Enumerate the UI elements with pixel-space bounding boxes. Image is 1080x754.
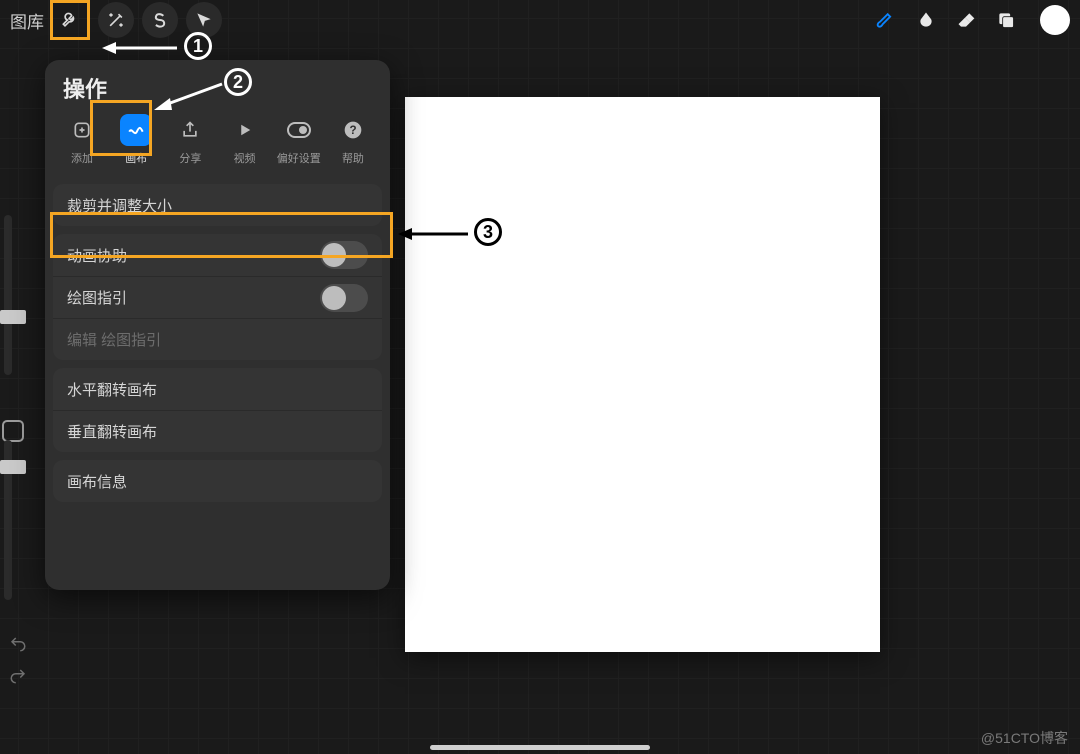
tab-label: 画布 xyxy=(125,150,147,166)
toggle-drawing-guide[interactable] xyxy=(320,284,368,312)
actions-tabs: 添加 画布 分享 视频 偏好设置 ? 帮助 xyxy=(45,112,390,176)
row-label: 编辑 绘图指引 xyxy=(67,329,161,350)
layers-button[interactable] xyxy=(986,0,1026,40)
row-crop-resize[interactable]: 裁剪并调整大小 xyxy=(53,184,382,226)
tab-video[interactable]: 视频 xyxy=(220,114,270,166)
row-edit-drawing-guide: 编辑 绘图指引 xyxy=(53,318,382,360)
row-canvas-info[interactable]: 画布信息 xyxy=(53,460,382,502)
row-label: 动画协助 xyxy=(67,245,127,266)
transform-arrow-button[interactable] xyxy=(186,2,222,38)
tab-share[interactable]: 分享 xyxy=(165,114,215,166)
brush-tool-button[interactable] xyxy=(866,0,906,40)
row-label: 画布信息 xyxy=(67,471,127,492)
tab-label: 视频 xyxy=(234,150,256,166)
brush-icon xyxy=(876,10,896,30)
actions-wrench-button[interactable] xyxy=(50,0,90,40)
row-flip-horizontal[interactable]: 水平翻转画布 xyxy=(53,368,382,410)
actions-popover: 操作 添加 画布 分享 视频 偏好设置 ? 帮助 裁剪并调整大小 xyxy=(45,60,390,590)
tab-help[interactable]: ? 帮助 xyxy=(328,114,378,166)
modify-button[interactable] xyxy=(2,420,24,442)
eraser-icon xyxy=(956,10,976,30)
actions-rows: 裁剪并调整大小 动画协助 绘图指引 编辑 绘图指引 水平翻转画布 垂直翻转画布 … xyxy=(45,184,390,590)
undo-icon xyxy=(7,635,29,653)
tab-canvas[interactable]: 画布 xyxy=(111,114,161,166)
gallery-button[interactable]: 图库 xyxy=(10,8,44,33)
brush-size-slider-track[interactable] xyxy=(4,215,12,375)
wand-icon xyxy=(106,10,126,30)
selection-button[interactable] xyxy=(142,2,178,38)
smudge-icon xyxy=(916,10,936,30)
drawing-canvas[interactable] xyxy=(405,97,880,652)
tab-label: 偏好设置 xyxy=(277,150,321,166)
row-label: 裁剪并调整大小 xyxy=(67,195,172,216)
layers-icon xyxy=(996,10,1016,30)
popover-title: 操作 xyxy=(45,60,390,112)
tab-label: 添加 xyxy=(71,150,93,166)
share-icon xyxy=(180,120,200,140)
row-animation-assist[interactable]: 动画协助 xyxy=(53,234,382,276)
row-flip-vertical[interactable]: 垂直翻转画布 xyxy=(53,410,382,452)
color-swatch-button[interactable] xyxy=(1040,5,1070,35)
selection-s-icon xyxy=(150,10,170,30)
eraser-tool-button[interactable] xyxy=(946,0,986,40)
brush-opacity-slider-thumb[interactable] xyxy=(0,460,26,474)
svg-text:?: ? xyxy=(349,124,356,137)
toggle-knob xyxy=(322,243,346,267)
adjustments-wand-button[interactable] xyxy=(98,2,134,38)
question-icon: ? xyxy=(343,120,363,140)
toggle-knob xyxy=(322,286,346,310)
toggle-animation-assist[interactable] xyxy=(320,241,368,269)
wave-icon xyxy=(126,120,146,140)
redo-icon xyxy=(7,667,29,685)
home-indicator xyxy=(430,745,650,750)
top-toolbar: 图库 xyxy=(0,0,1080,40)
row-label: 水平翻转画布 xyxy=(67,379,157,400)
row-drawing-guide[interactable]: 绘图指引 xyxy=(53,276,382,318)
row-label: 绘图指引 xyxy=(67,287,127,308)
tab-prefs[interactable]: 偏好设置 xyxy=(274,114,324,166)
brush-size-slider-thumb[interactable] xyxy=(0,310,26,324)
undo-button[interactable] xyxy=(4,632,32,656)
row-label: 垂直翻转画布 xyxy=(67,421,157,442)
tab-label: 帮助 xyxy=(342,150,364,166)
toggle-icon xyxy=(287,122,311,138)
smudge-tool-button[interactable] xyxy=(906,0,946,40)
redo-button[interactable] xyxy=(4,664,32,688)
watermark-text: @51CTO博客 xyxy=(981,728,1068,748)
wrench-icon xyxy=(60,10,80,30)
play-icon xyxy=(236,121,254,139)
plus-square-icon xyxy=(72,120,92,140)
tab-add[interactable]: 添加 xyxy=(57,114,107,166)
arrow-icon xyxy=(194,10,214,30)
tab-label: 分享 xyxy=(179,150,201,166)
